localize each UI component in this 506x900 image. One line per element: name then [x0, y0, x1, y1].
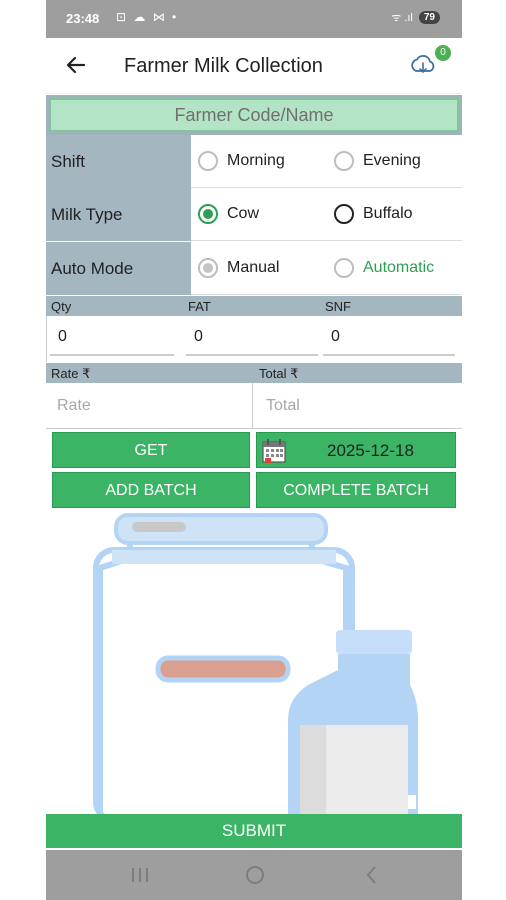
rate-headers: Rate ₹ Total ₹	[46, 363, 462, 383]
status-right: ᯤ .ıl 79	[391, 10, 440, 25]
complete-batch-button[interactable]: COMPLETE BATCH	[256, 472, 456, 508]
fat-input[interactable]	[186, 320, 318, 356]
page-title: Farmer Milk Collection	[124, 55, 323, 77]
submit-button[interactable]: SUBMIT	[46, 814, 462, 848]
back-nav-icon[interactable]	[360, 864, 384, 886]
calendar-icon	[262, 439, 286, 463]
shift-row: Shift Morning Evening	[46, 135, 462, 188]
qty-label: Qty	[51, 299, 72, 314]
cloud-sync-icon[interactable]	[408, 50, 438, 80]
radio-icon[interactable]	[334, 204, 354, 224]
auto-mode-row: Auto Mode Manual Automatic	[46, 242, 462, 295]
milk-type-buffalo-option[interactable]: Buffalo	[334, 204, 413, 224]
milk-type-row: Milk Type Cow Buffalo	[46, 188, 462, 241]
milk-can-illustration	[93, 513, 418, 815]
option-label: Cow	[227, 205, 260, 222]
status-bar: 23:48 ⊡ ☁ ⋈ • ᯤ .ıl 79	[46, 0, 462, 38]
app-bar: Farmer Milk Collection 0	[46, 38, 462, 94]
option-label: Buffalo	[363, 205, 413, 222]
radio-icon[interactable]	[334, 258, 354, 278]
shift-evening-option[interactable]: Evening	[334, 151, 421, 171]
rate-inputs	[46, 383, 462, 429]
recent-apps-icon[interactable]	[128, 864, 152, 886]
notification-icons: ⊡ ☁ ⋈ •	[116, 10, 179, 24]
option-label: Evening	[363, 152, 421, 169]
auto-mode-manual-option[interactable]: Manual	[198, 258, 279, 278]
total-label: Total ₹	[259, 366, 299, 381]
measure-headers: Qty FAT SNF	[46, 296, 462, 316]
get-button[interactable]: GET	[52, 432, 250, 468]
farmer-code-input[interactable]	[49, 98, 459, 132]
auto-mode-automatic-option[interactable]: Automatic	[334, 258, 434, 278]
sync-count-badge: 0	[435, 45, 451, 61]
option-label: Manual	[227, 259, 280, 276]
snf-input[interactable]	[323, 320, 455, 356]
milk-type-cow-option[interactable]: Cow	[198, 204, 259, 224]
option-label: Automatic	[363, 259, 435, 276]
battery-icon: 79	[418, 11, 440, 24]
home-icon[interactable]	[243, 864, 267, 886]
radio-checked-icon[interactable]	[198, 258, 218, 278]
radio-checked-icon[interactable]	[198, 204, 218, 224]
shift-label: Shift	[46, 135, 191, 188]
measure-inputs	[46, 316, 462, 362]
option-label: Morning	[227, 152, 285, 169]
status-time: 23:48	[66, 11, 100, 26]
farmer-field-container	[46, 95, 462, 135]
signal-icon: ᯤ .ıl	[391, 12, 413, 24]
snf-label: SNF	[325, 299, 351, 314]
rate-label: Rate ₹	[51, 366, 91, 381]
system-nav-bar	[46, 850, 462, 900]
qty-input[interactable]	[50, 320, 174, 356]
auto-mode-label: Auto Mode	[46, 242, 191, 295]
fat-label: FAT	[188, 299, 211, 314]
radio-icon[interactable]	[334, 151, 354, 171]
add-batch-button[interactable]: ADD BATCH	[52, 472, 250, 508]
shift-morning-option[interactable]: Morning	[198, 151, 285, 171]
divider	[252, 383, 253, 429]
total-input[interactable]	[256, 387, 456, 425]
back-arrow-icon[interactable]	[64, 53, 88, 77]
milk-type-label: Milk Type	[46, 188, 191, 241]
selected-date: 2025-12-18	[327, 441, 414, 460]
rate-input[interactable]	[47, 387, 247, 425]
radio-icon[interactable]	[198, 151, 218, 171]
app-screen: 23:48 ⊡ ☁ ⋈ • ᯤ .ıl 79 Farmer Milk Colle…	[46, 0, 462, 900]
date-picker-button[interactable]: 2025-12-18	[256, 432, 456, 468]
